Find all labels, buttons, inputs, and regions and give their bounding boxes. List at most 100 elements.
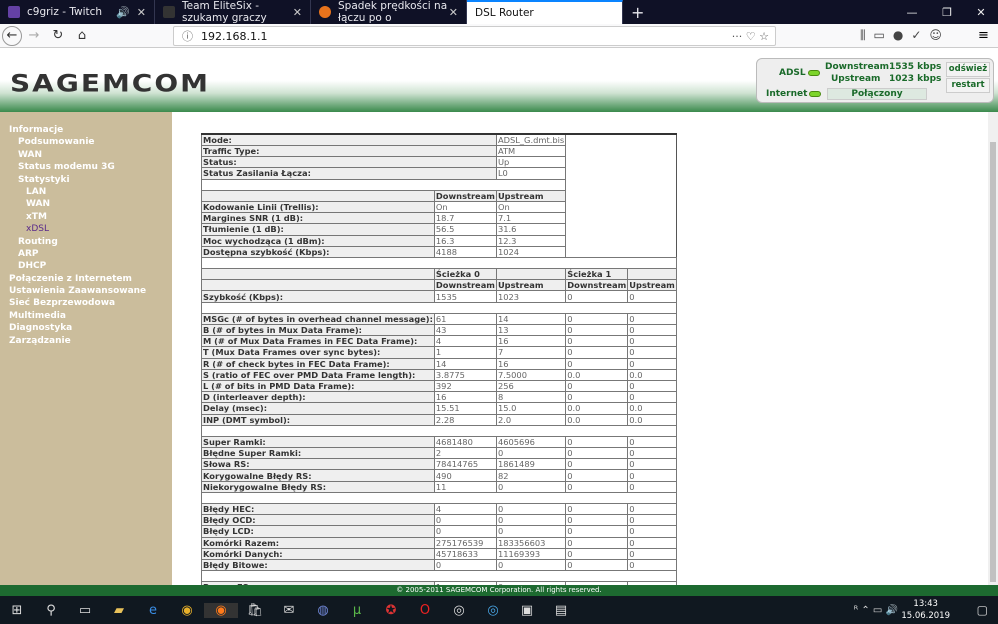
- table-row: D (interleaver depth): 16 8 0 0: [201, 391, 677, 404]
- search-icon[interactable]: ⚲: [34, 603, 68, 618]
- tab-team-elitesix[interactable]: Team EliteSix - szukamy graczy ✕: [155, 0, 311, 24]
- sidebar-item[interactable]: LAN: [0, 186, 172, 198]
- row-label: Błędy OCD:: [201, 514, 435, 527]
- minimize-button[interactable]: —: [895, 0, 929, 24]
- internet-indicator: Internet: [766, 89, 822, 99]
- edge-icon[interactable]: e: [136, 603, 170, 618]
- clock[interactable]: 13:43 15.06.2019: [901, 598, 950, 622]
- scrollbar-thumb[interactable]: [990, 142, 996, 582]
- sidebar-item[interactable]: Multimedia: [0, 310, 172, 322]
- toolbar-icons[interactable]: ⫼▭●✓☺: [860, 28, 950, 43]
- firefox-icon[interactable]: ◉: [204, 602, 238, 618]
- menu-icon[interactable]: ≡: [978, 28, 989, 43]
- restart-button[interactable]: restart: [946, 78, 990, 93]
- tab-title: DSL Router: [475, 7, 534, 19]
- app-icon[interactable]: ▣: [510, 603, 544, 618]
- opera-icon[interactable]: O: [408, 603, 442, 618]
- column-header: Upstream: [495, 189, 567, 202]
- sidebar-item[interactable]: Zarządzanie: [0, 335, 172, 347]
- forward-button[interactable]: →: [22, 28, 46, 43]
- row-value: 0: [565, 357, 629, 370]
- back-button[interactable]: ←: [2, 25, 22, 46]
- store-icon[interactable]: 🛍: [238, 603, 272, 618]
- app-icon[interactable]: ▤: [544, 603, 578, 618]
- table-row: Słowa RS: 78414765 1861489 0 0: [201, 458, 677, 471]
- speaker-icon[interactable]: 🔊: [116, 6, 130, 19]
- sidebar-item[interactable]: Routing: [0, 236, 172, 248]
- new-tab-button[interactable]: +: [623, 0, 652, 24]
- time: 13:43: [913, 599, 938, 609]
- sidebar-item[interactable]: xTM: [0, 211, 172, 223]
- row-value: 0: [433, 514, 497, 527]
- app-icon[interactable]: ◎: [442, 603, 476, 618]
- row-label: Komórki Danych:: [201, 547, 435, 560]
- sidebar-item[interactable]: Sieć Bezprzewodowa: [0, 297, 172, 309]
- spacer: [201, 570, 677, 583]
- row-value: 12.3: [495, 234, 567, 247]
- row-value: 16: [495, 357, 567, 370]
- close-tab-icon[interactable]: ✕: [449, 6, 458, 19]
- address-bar[interactable]: ⓘ 192.168.1.1 ··· ♡ ☆: [173, 26, 776, 46]
- utorrent-icon[interactable]: µ: [340, 603, 374, 618]
- info-icon[interactable]: ⓘ: [182, 28, 193, 44]
- sidebar-item[interactable]: ARP: [0, 248, 172, 260]
- row-value: 183356603: [495, 536, 567, 549]
- row-label: Kodowanie Linii (Trellis):: [201, 200, 435, 214]
- sidebar-item[interactable]: Diagnostyka: [0, 322, 172, 334]
- refresh-button[interactable]: odśwież: [946, 62, 990, 77]
- sidebar-item[interactable]: Statystyki: [0, 174, 172, 186]
- tab-spadek[interactable]: Spadek prędkości na łączu po o ✕: [311, 0, 467, 24]
- row-value: 82: [495, 469, 567, 482]
- notifications-icon[interactable]: ▢: [977, 603, 988, 617]
- row-value: 0: [565, 458, 629, 471]
- task-view-icon[interactable]: ▭: [68, 603, 102, 618]
- sidebar-item[interactable]: WAN: [0, 149, 172, 161]
- row-value: 0: [565, 558, 629, 572]
- discord-icon[interactable]: ◍: [306, 603, 340, 618]
- file-explorer-icon[interactable]: ▰: [102, 603, 136, 618]
- row-value: 0: [495, 514, 567, 527]
- row-label: Błędy Bitowe:: [201, 558, 435, 572]
- row-value: 0: [565, 447, 629, 460]
- close-window-button[interactable]: ✕: [964, 0, 998, 24]
- page-actions-icon[interactable]: ··· ♡ ☆: [732, 30, 769, 43]
- row-value: 1: [433, 346, 497, 359]
- tab-twitch[interactable]: c9griz - Twitch 🔊 ✕: [0, 0, 155, 24]
- sidebar-item[interactable]: WAN: [0, 198, 172, 210]
- tab-dsl-router[interactable]: DSL Router: [467, 0, 623, 24]
- reload-button[interactable]: ↻: [46, 28, 70, 43]
- game-icon[interactable]: ✪: [374, 603, 408, 618]
- row-value: 0: [433, 558, 497, 572]
- upstream-label: Upstream: [831, 74, 881, 84]
- row-value: On: [433, 200, 497, 214]
- row-label: Korygowalne Błędy RS:: [201, 469, 435, 482]
- chrome-icon[interactable]: ◉: [170, 603, 204, 618]
- sidebar-item[interactable]: Status modemu 3G: [0, 161, 172, 173]
- spacer: [201, 491, 677, 505]
- sidebar-item[interactable]: DHCP: [0, 260, 172, 272]
- row-value: 0: [495, 525, 567, 538]
- scrollbar[interactable]: [988, 112, 998, 585]
- mail-icon[interactable]: ✉: [272, 603, 306, 618]
- close-tab-icon[interactable]: ✕: [293, 6, 302, 19]
- sidebar-item[interactable]: Informacje: [0, 124, 172, 136]
- maximize-button[interactable]: ❐: [930, 0, 964, 24]
- sidebar-item[interactable]: xDSL: [0, 223, 172, 235]
- sidebar-item[interactable]: Ustawienia Zaawansowane: [0, 285, 172, 297]
- row-value: 4188: [433, 245, 497, 258]
- home-button[interactable]: ⌂: [70, 28, 94, 43]
- app-icon[interactable]: ◎: [476, 603, 510, 618]
- sidebar-item[interactable]: Połączenie z Internetem: [0, 273, 172, 285]
- column-header: [627, 268, 677, 281]
- row-value: 1024: [495, 245, 567, 258]
- nav-bar: ← → ↻ ⌂ ⓘ 192.168.1.1 ··· ♡ ☆ ⫼▭●✓☺ ≡: [0, 24, 998, 48]
- row-value: 0: [627, 536, 677, 549]
- close-tab-icon[interactable]: ✕: [137, 6, 146, 19]
- table-row: MSGc (# of bytes in overhead channel mes…: [201, 312, 677, 326]
- url-text: 192.168.1.1: [201, 29, 268, 43]
- start-icon[interactable]: ⊞: [0, 603, 34, 618]
- sidebar-item[interactable]: Podsumowanie: [0, 136, 172, 148]
- tray-icons[interactable]: ᴿ ⌃ ▭ 🔊: [854, 605, 898, 616]
- row-value: 0: [565, 514, 629, 527]
- tab-title: c9griz - Twitch: [27, 6, 103, 18]
